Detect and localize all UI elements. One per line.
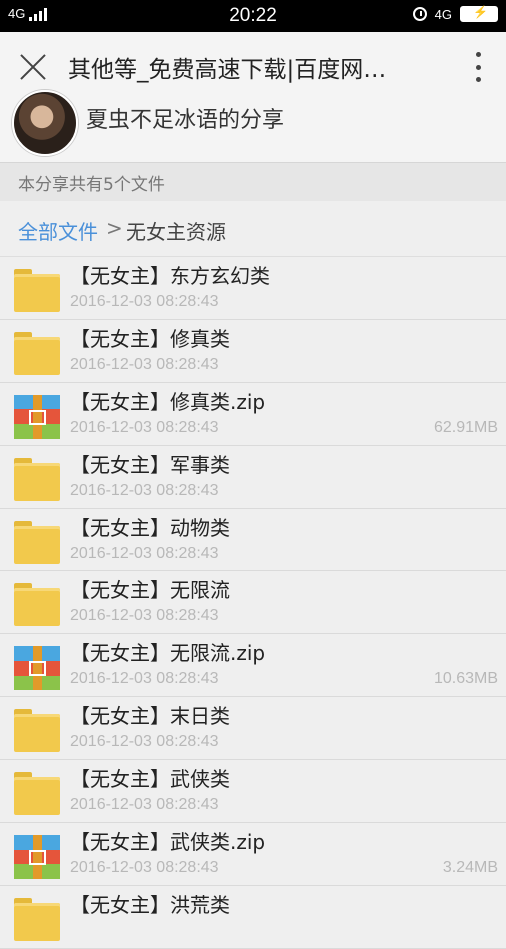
file-name: 【无女主】末日类 bbox=[70, 704, 230, 729]
file-row[interactable]: 【无女主】末日类 2016-12-03 08:28:43 bbox=[0, 697, 506, 761]
file-date: 2016-12-03 08:28:43 bbox=[70, 859, 219, 877]
file-name: 【无女主】修真类.zip bbox=[70, 389, 266, 414]
close-button[interactable] bbox=[18, 52, 48, 82]
folder-icon bbox=[14, 520, 60, 565]
breadcrumb-current: 无女主资源 bbox=[126, 220, 226, 244]
file-count-bar: 本分享共有5个文件 bbox=[0, 162, 506, 202]
zip-archive-icon bbox=[14, 646, 60, 691]
file-date: 2016-12-03 08:28:43 bbox=[70, 544, 219, 562]
breadcrumb-root-link[interactable]: 全部文件 bbox=[18, 216, 98, 245]
page-title: 其他等_免费高速下载|百度网… bbox=[68, 57, 387, 83]
sharer-header: 夏虫不足冰语的分享 bbox=[0, 90, 506, 162]
breadcrumb: 全部文件 > 无女主资源 bbox=[0, 201, 506, 257]
file-row[interactable]: 【无女主】东方玄幻类 2016-12-03 08:28:43 bbox=[0, 257, 506, 320]
battery-charging-icon bbox=[460, 5, 498, 22]
file-name: 【无女主】东方玄幻类 bbox=[70, 264, 270, 288]
file-date: 2016-12-03 08:28:43 bbox=[70, 418, 219, 436]
file-name: 【无女主】无限流 bbox=[70, 578, 230, 603]
zip-archive-icon bbox=[14, 835, 60, 880]
file-name: 【无女主】武侠类.zip bbox=[70, 830, 266, 855]
file-row[interactable]: 【无女主】动物类 2016-12-03 08:28:43 bbox=[0, 508, 506, 572]
file-row[interactable]: 【无女主】修真类 2016-12-03 08:28:43 bbox=[0, 319, 506, 383]
folder-icon bbox=[14, 457, 60, 502]
file-row[interactable]: 【无女主】武侠类 2016-12-03 08:28:43 bbox=[0, 760, 506, 824]
file-row[interactable]: 【无女主】无限流.zip 2016-12-03 08:28:43 10.63MB bbox=[0, 634, 506, 698]
sharer-name: 夏虫不足冰语的分享 bbox=[86, 108, 285, 133]
file-name: 【无女主】洪荒类 bbox=[70, 892, 230, 917]
file-date: 2016-12-03 08:28:43 bbox=[70, 355, 219, 373]
status-right-group: 4G bbox=[412, 5, 498, 22]
file-row[interactable]: 【无女主】武侠类.zip 2016-12-03 08:28:43 3.24MB bbox=[0, 823, 506, 886]
file-date: 2016-12-03 08:28:43 bbox=[70, 293, 219, 310]
file-size: 62.91MB bbox=[433, 418, 498, 436]
file-name: 【无女主】武侠类 bbox=[70, 767, 230, 792]
breadcrumb-separator: > bbox=[106, 216, 123, 240]
file-row[interactable]: 【无女主】无限流 2016-12-03 08:28:43 bbox=[0, 571, 506, 635]
file-name: 【无女主】军事类 bbox=[70, 452, 230, 477]
file-date: 2016-12-03 08:28:43 bbox=[70, 733, 219, 751]
folder-icon bbox=[14, 331, 60, 376]
file-size: 10.63MB bbox=[433, 670, 498, 688]
avatar[interactable] bbox=[12, 90, 78, 156]
folder-icon bbox=[14, 709, 60, 753]
folder-icon bbox=[14, 772, 60, 816]
file-date: 2016-12-03 08:28:43 bbox=[70, 670, 219, 688]
file-row[interactable]: 【无女主】洪荒类 bbox=[0, 885, 506, 949]
folder-icon bbox=[14, 583, 60, 627]
file-name: 【无女主】动物类 bbox=[70, 515, 230, 540]
network-type-right: 4G bbox=[434, 6, 452, 22]
zip-archive-icon bbox=[14, 394, 60, 439]
title-bar: 其他等_免费高速下载|百度网… bbox=[0, 32, 506, 103]
folder-icon bbox=[14, 269, 60, 313]
folder-icon bbox=[14, 897, 60, 942]
file-row[interactable]: 【无女主】军事类 2016-12-03 08:28:43 bbox=[0, 445, 506, 509]
file-name: 【无女主】修真类 bbox=[70, 326, 230, 351]
status-bar: 4G 20:22 4G bbox=[0, 0, 506, 32]
file-list: 【无女主】东方玄幻类 2016-12-03 08:28:43 【无女主】修真类 201… bbox=[0, 257, 506, 949]
alarm-icon bbox=[412, 7, 427, 21]
file-row[interactable]: 【无女主】修真类.zip 2016-12-03 08:28:43 62.91MB bbox=[0, 382, 506, 446]
file-date: 2016-12-03 08:28:43 bbox=[70, 607, 219, 625]
file-date: 2016-12-03 08:28:43 bbox=[70, 796, 219, 814]
file-name: 【无女主】无限流.zip bbox=[70, 641, 266, 666]
file-date: 2016-12-03 08:28:43 bbox=[70, 481, 219, 499]
file-size: 3.24MB bbox=[442, 859, 498, 877]
file-count-text: 本分享共有5个文件 bbox=[18, 175, 165, 195]
more-options-button[interactable] bbox=[474, 52, 482, 82]
